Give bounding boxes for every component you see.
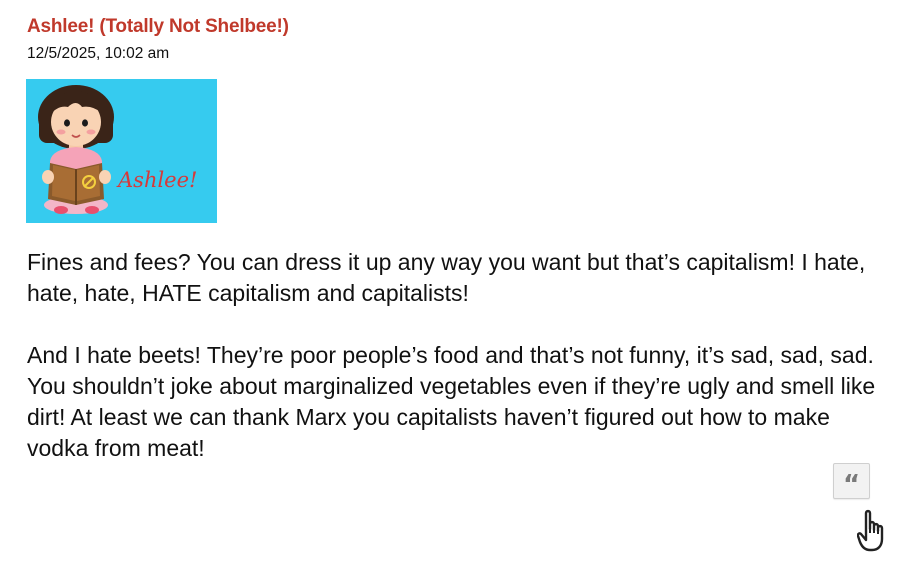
avatar-illustration: Ashlee! [26,79,217,223]
quote-icon: “ [842,470,861,500]
comment-body: Fines and fees? You can dress it up any … [27,247,897,495]
like-button[interactable] [856,509,893,553]
avatar: Ashlee! [26,79,217,223]
quote-button[interactable]: “ [833,463,870,499]
pointing-hand-icon [856,509,884,552]
comment-paragraph: Fines and fees? You can dress it up any … [27,249,866,306]
avatar-signature: Ashlee! [116,168,197,192]
comment-paragraph: And I hate beets! They’re poor people’s … [27,342,876,461]
comment-timestamp: 12/5/2025, 10:02 am [27,45,170,62]
comment-card: Ashlee! (Totally Not Shelbee!) 12/5/2025… [0,0,900,572]
comment-author-link[interactable]: Ashlee! (Totally Not Shelbee!) [27,16,289,38]
